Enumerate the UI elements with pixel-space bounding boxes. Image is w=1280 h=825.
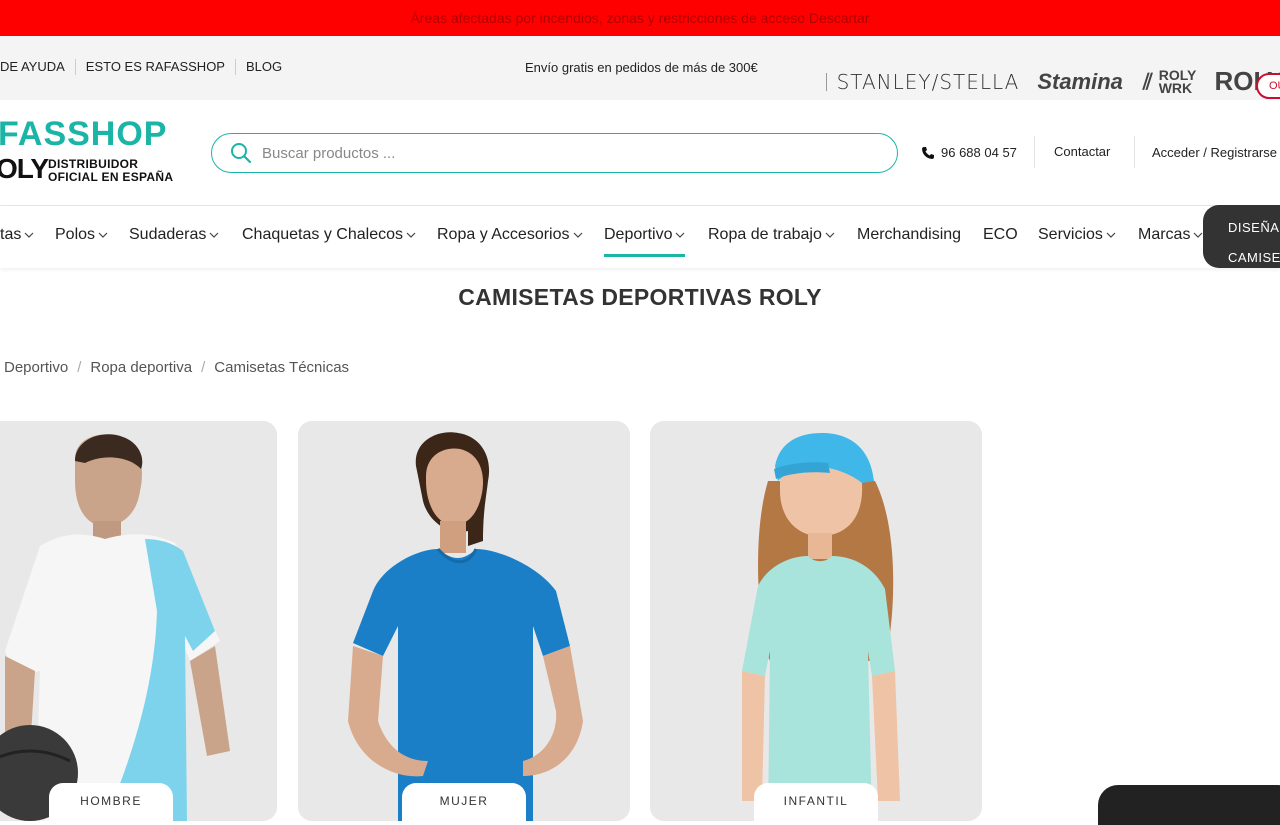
phone-link[interactable]: 96 688 04 57 (921, 145, 1017, 160)
breadcrumb-separator: / (201, 359, 206, 376)
divider (1034, 136, 1035, 168)
toplink-about[interactable]: ESTO ES RAFASSHOP (76, 59, 236, 75)
top-bar: DE AYUDA ESTO ES RAFASSHOP BLOG Envío gr… (0, 36, 1280, 100)
search-icon[interactable] (230, 142, 252, 164)
chevron-down-icon (1193, 230, 1203, 240)
card-label[interactable]: MUJER (402, 783, 526, 821)
breadcrumb-item[interactable]: Deportivo (4, 359, 68, 376)
divider (826, 72, 827, 91)
brand-logos: STANLEY/STELLA Stamina ⫽ ROLY WRK ROLY (826, 66, 1280, 97)
brand-logo-stanley-stella[interactable]: STANLEY/STELLA (837, 70, 1020, 94)
nav-item-label: ECO (983, 226, 1018, 243)
header: FASSHOP OLY DISTRIBUIDOR OFICIAL EN ESPA… (0, 100, 1280, 206)
phone-icon (921, 146, 935, 160)
nav-item-label: Ropa y Accesorios (437, 226, 570, 243)
roly-wrk-icon: ⫽ (1142, 68, 1153, 94)
mujer-model-image (298, 421, 630, 821)
hombre-model-image (0, 421, 277, 821)
distributor-badge: DISTRIBUIDOR OFICIAL EN ESPAÑA (48, 158, 173, 184)
nav-item-label: Polos (55, 226, 96, 243)
nav-item-marcas[interactable]: Marcas (1138, 226, 1203, 244)
toplink-blog[interactable]: BLOG (236, 59, 292, 75)
chevron-down-icon (825, 230, 835, 240)
alert-bar: Áreas afectadas por incendios, zonas y r… (0, 0, 1280, 36)
nav-item-polos[interactable]: Polos (55, 226, 108, 244)
design-line-2: CAMISE (1228, 250, 1280, 265)
card-label[interactable]: HOMBRE (49, 783, 173, 821)
nav-item-label: Marcas (1138, 226, 1191, 243)
search-bar[interactable] (211, 133, 898, 173)
brand-logo-stamina[interactable]: Stamina (1037, 69, 1123, 95)
main-nav: tas Polos Sudaderas Chaquetas y Chalecos Rop… (0, 206, 1280, 268)
nav-item-servicios[interactable]: Servicios (1038, 226, 1116, 244)
outlet-pill[interactable]: OU (1256, 73, 1280, 99)
divider (1134, 136, 1135, 168)
nav-item-label: Merchandising (857, 226, 962, 243)
alert-text[interactable]: Áreas afectadas por incendios, zonas y r… (410, 10, 869, 26)
breadcrumb: Deportivo / Ropa deportiva / Camisetas T… (4, 359, 349, 376)
nav-item-eco[interactable]: ECO (983, 226, 1018, 244)
nav-item-sudaderas[interactable]: Sudaderas (129, 226, 219, 244)
nav-item-label: Sudaderas (129, 226, 207, 243)
phone-number: 96 688 04 57 (941, 145, 1017, 160)
chevron-down-icon (675, 230, 685, 240)
chevron-down-icon (406, 230, 416, 240)
category-card-hombre[interactable]: HOMBRE (0, 421, 277, 821)
card-label[interactable]: INFANTIL (754, 783, 878, 821)
design-line-1: DISEÑA (1228, 220, 1280, 235)
breadcrumb-item-current: Camisetas Técnicas (214, 359, 350, 376)
chevron-down-icon (573, 230, 583, 240)
distributor-line-2: OFICIAL EN ESPAÑA (48, 170, 174, 184)
nav-item-label: Chaquetas y Chalecos (242, 226, 403, 243)
contact-link[interactable]: Contactar (1054, 144, 1110, 159)
toplink-help[interactable]: DE AYUDA (0, 59, 76, 75)
roly-logo: OLY (0, 153, 49, 184)
login-link[interactable]: Acceder / Registrarse (1152, 145, 1277, 160)
nav-item-label: tas (0, 226, 22, 243)
nav-item-tas[interactable]: tas (0, 226, 34, 244)
search-input[interactable] (262, 144, 862, 162)
nav-item-label: Deportivo (604, 226, 673, 243)
nav-item-ropa-y-accesorios[interactable]: Ropa y Accesorios (437, 226, 583, 244)
chevron-down-icon (98, 230, 108, 240)
chevron-down-icon (209, 230, 219, 240)
category-card-infantil[interactable]: INFANTIL (650, 421, 982, 821)
nav-item-label: Servicios (1038, 226, 1103, 243)
shipping-notice: Envío gratis en pedidos de más de 300€ (525, 60, 758, 75)
nav-item-ropa-de-trabajo[interactable]: Ropa de trabajo (708, 226, 835, 244)
site-logo[interactable]: FASSHOP (0, 115, 167, 154)
nav-item-chaquetas-y-chalecos[interactable]: Chaquetas y Chalecos (242, 226, 416, 244)
chevron-down-icon (1106, 230, 1116, 240)
brand-logo-roly-wrk-text: ROLY WRK (1158, 66, 1197, 96)
chat-widget[interactable] (1098, 785, 1280, 825)
brand-logo-roly-wrk[interactable]: ⫽ ROLY WRK (1142, 66, 1197, 96)
design-shirt-button[interactable]: DISEÑA CAMISE (1203, 205, 1280, 268)
nav-item-merchandising[interactable]: Merchandising (857, 226, 961, 244)
nav-item-deportivo[interactable]: Deportivo (604, 226, 686, 257)
top-links: DE AYUDA ESTO ES RAFASSHOP BLOG (0, 59, 292, 75)
category-card-mujer[interactable]: MUJER (298, 421, 630, 821)
chevron-down-icon (24, 230, 34, 240)
page-title: CAMISETAS DEPORTIVAS ROLY (458, 284, 822, 310)
nav-item-label: Ropa de trabajo (708, 226, 822, 243)
infantil-model-image (650, 421, 982, 821)
breadcrumb-item[interactable]: Ropa deportiva (90, 359, 192, 376)
breadcrumb-separator: / (77, 359, 82, 376)
